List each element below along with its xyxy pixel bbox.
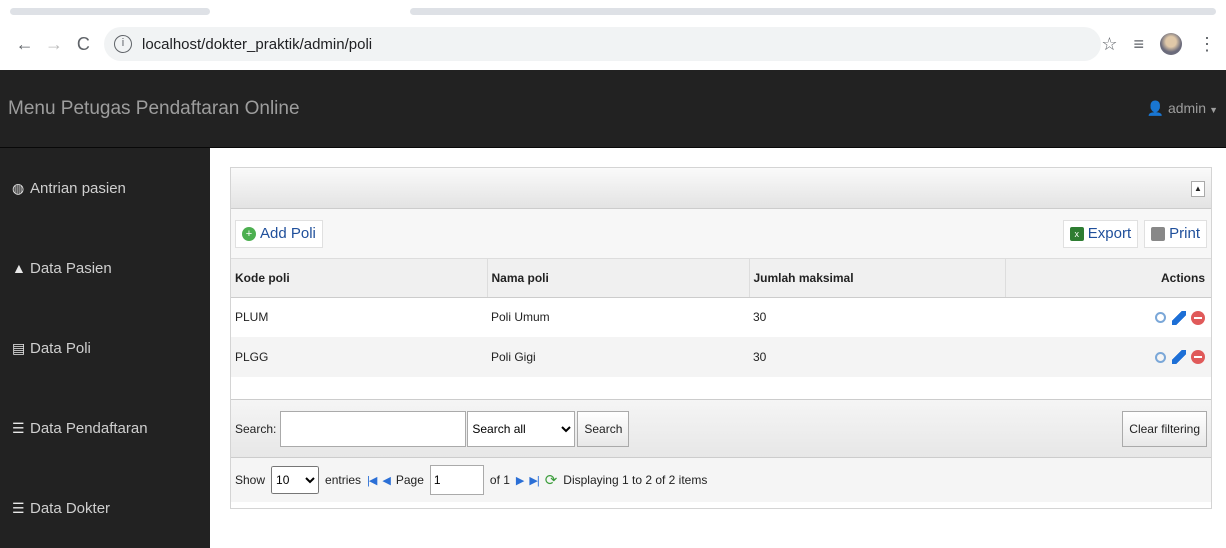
menu-icon[interactable]: ⋮	[1198, 34, 1216, 55]
pager: Show 10 entries |◀ ◀ Page of 1 ▶ ▶| ⟳ Di…	[231, 458, 1211, 502]
page-input[interactable]	[429, 465, 484, 495]
tab-strip	[0, 0, 1226, 18]
poli-grid: ▲ + Add Poli x Export Print Kode poli Na…	[230, 167, 1212, 509]
delete-icon[interactable]	[1191, 350, 1205, 365]
last-page-icon[interactable]: ▶|	[529, 474, 539, 487]
user-icon: 👤	[1146, 100, 1165, 116]
sidebar-item-antrian[interactable]: ◍ Antrian pasien	[0, 148, 210, 228]
next-page-icon[interactable]: ▶	[516, 474, 525, 487]
sidebar-item-label: Data Pendaftaran	[30, 419, 148, 437]
export-button[interactable]: x Export	[1062, 219, 1139, 248]
printer-icon	[1151, 226, 1166, 241]
table-row[interactable]: PLUM Poli Umum 30	[231, 297, 1211, 337]
entries-select[interactable]: 10	[271, 466, 320, 494]
excel-icon: x	[1069, 226, 1084, 241]
star-icon[interactable]: ☆	[1101, 34, 1117, 55]
delete-icon[interactable]	[1191, 310, 1205, 325]
table-row[interactable]: PLGG Poli Gigi 30	[231, 337, 1211, 377]
column-header: Actions	[1005, 259, 1211, 298]
url-text: localhost/dokter_praktik/admin/poli	[141, 35, 373, 53]
sidebar-item-label: Data Poli	[30, 339, 91, 357]
tab[interactable]	[410, 8, 1216, 15]
cell-kode: PLGG	[231, 337, 487, 377]
table-spacer	[231, 377, 1211, 399]
page-label: Page	[395, 473, 424, 487]
grid-header: ▲	[231, 168, 1211, 209]
clear-filtering-button[interactable]: Clear filtering	[1122, 410, 1207, 447]
prev-page-icon[interactable]: ◀	[382, 474, 391, 487]
column-header[interactable]: Jumlah maksimal	[749, 259, 1006, 298]
user-name: admin	[1167, 100, 1207, 116]
list-icon: ☰	[12, 499, 25, 516]
view-icon[interactable]	[1155, 351, 1167, 363]
forward-icon[interactable]: →	[39, 34, 68, 55]
dashboard-icon: ◍	[12, 179, 25, 196]
sidebar-item-dokter[interactable]: ☰ Data Dokter	[0, 468, 210, 548]
caret-down-icon: ▼	[1209, 105, 1218, 115]
document-icon: ▤	[12, 339, 26, 356]
edit-icon[interactable]	[1171, 350, 1186, 365]
entries-label: entries	[325, 473, 362, 487]
profile-avatar[interactable]	[1160, 33, 1182, 55]
cell-kode: PLUM	[235, 310, 269, 325]
reading-list-icon[interactable]: ≡	[1133, 34, 1144, 55]
brand-title[interactable]: Menu Petugas Pendaftaran Online	[8, 98, 300, 120]
address-bar[interactable]: i localhost/dokter_praktik/admin/poli	[103, 27, 1102, 61]
add-icon: +	[242, 226, 256, 241]
app-header: Menu Petugas Pendaftaran Online 👤 admin ▼	[0, 70, 1226, 148]
row-actions	[1005, 297, 1211, 337]
sidebar-item-pendaftaran[interactable]: ☰ Data Pendaftaran	[0, 388, 210, 468]
first-page-icon[interactable]: |◀	[367, 474, 377, 487]
search-label: Search:	[235, 421, 277, 436]
search-bar: Search: Search all Search Clear filterin…	[231, 399, 1211, 458]
table-header-row: Kode poli Nama poli Jumlah maksimal Acti…	[231, 259, 1211, 298]
add-poli-button[interactable]: + Add Poli	[235, 219, 323, 248]
print-label: Print	[1169, 225, 1200, 242]
search-button[interactable]: Search	[577, 410, 630, 447]
poli-table: Kode poli Nama poli Jumlah maksimal Acti…	[231, 259, 1211, 377]
user-menu[interactable]: 👤 admin ▼	[1147, 100, 1218, 117]
sidebar-item-label: Antrian pasien	[30, 179, 126, 197]
add-poli-label: Add Poli	[260, 225, 316, 242]
edit-icon[interactable]	[1171, 310, 1186, 325]
cell-nama: Poli Umum	[491, 310, 550, 325]
column-header[interactable]: Nama poli	[487, 259, 750, 298]
row-actions	[1005, 337, 1211, 377]
collapse-toggle[interactable]: ▲	[1191, 181, 1205, 197]
refresh-icon[interactable]: ⟳	[545, 471, 558, 489]
export-label: Export	[1087, 225, 1132, 242]
tab[interactable]	[10, 8, 210, 15]
view-icon[interactable]	[1155, 312, 1167, 324]
grid-toolbar: + Add Poli x Export Print	[231, 209, 1211, 259]
cell-nama: Poli Gigi	[487, 337, 749, 377]
reload-icon[interactable]: C	[69, 34, 98, 55]
column-header[interactable]: Kode poli	[231, 259, 488, 298]
print-button[interactable]: Print	[1144, 219, 1207, 248]
sidebar-item-label: Data Pasien	[30, 259, 112, 277]
pager-info: Displaying 1 to 2 of 2 items	[563, 473, 708, 487]
user-icon: ▲	[12, 260, 26, 276]
sidebar-item-poli[interactable]: ▤ Data Poli	[0, 308, 210, 388]
cell-jumlah: 30	[753, 310, 767, 325]
cell-jumlah: 30	[749, 337, 1005, 377]
search-input[interactable]	[280, 410, 467, 447]
sidebar: ◍ Antrian pasien ▲ Data Pasien ▤ Data Po…	[0, 148, 210, 548]
sidebar-item-pasien[interactable]: ▲ Data Pasien	[0, 228, 210, 308]
sidebar-item-label: Data Dokter	[30, 499, 111, 517]
list-icon: ☰	[12, 419, 25, 436]
browser-toolbar: ← → C i localhost/dokter_praktik/admin/p…	[0, 18, 1226, 70]
page-of-label: of 1	[489, 473, 510, 487]
show-label: Show	[235, 473, 266, 487]
info-icon[interactable]: i	[113, 35, 132, 53]
back-icon[interactable]: ←	[10, 34, 39, 55]
search-field-select[interactable]: Search all	[467, 410, 576, 447]
